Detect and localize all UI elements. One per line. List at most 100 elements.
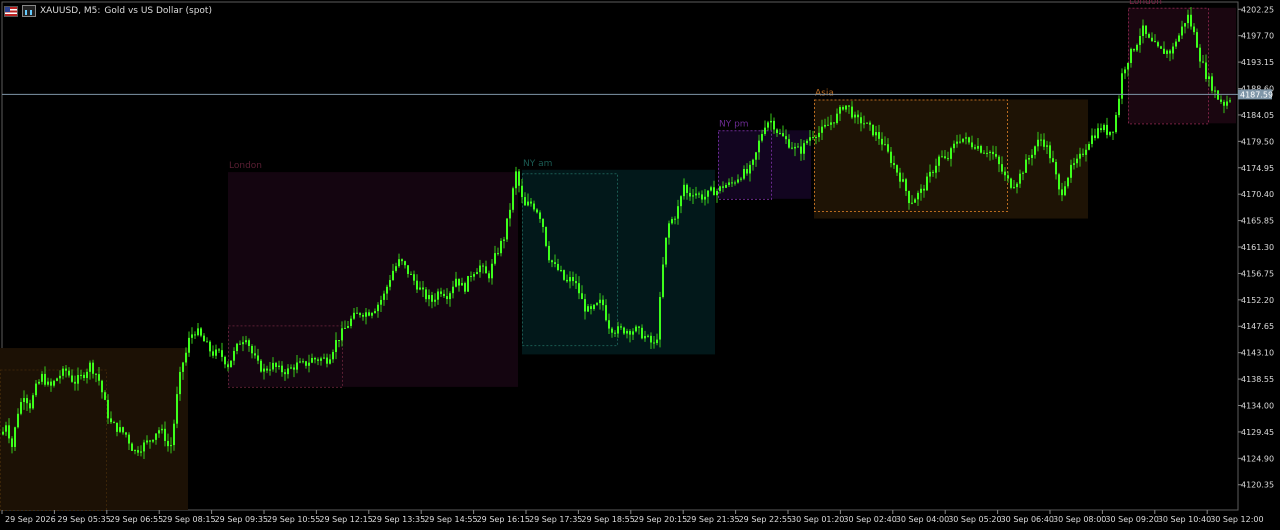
candle-body: [59, 375, 61, 379]
candle-body: [1031, 154, 1033, 158]
candle-body: [854, 114, 856, 118]
candle-body: [740, 178, 742, 180]
candle-body: [248, 340, 250, 346]
candle-body: [947, 158, 949, 160]
candle-body: [1124, 69, 1126, 74]
candle-body: [1169, 50, 1171, 54]
candle-body: [473, 274, 475, 277]
candle-body: [956, 141, 958, 144]
candle-body: [374, 311, 376, 314]
candle-body: [1067, 177, 1069, 187]
flag-icon: [4, 5, 18, 17]
time-tick-label: 29 Sep 21:35: [686, 515, 739, 524]
candle-body: [8, 425, 10, 439]
candle-body: [1190, 14, 1192, 27]
candle-body: [665, 237, 667, 265]
time-tick-label: 30 Sep 06:40: [1001, 515, 1054, 524]
candle-body: [716, 190, 718, 196]
candle-body: [41, 373, 43, 382]
candle-body: [752, 159, 754, 165]
candle-body: [1049, 145, 1051, 159]
candle-body: [842, 107, 844, 110]
candle-body: [1073, 163, 1075, 165]
price-tick-label: 4120.35: [1241, 481, 1274, 490]
candle-body: [896, 165, 898, 173]
candle-body: [425, 289, 427, 300]
candle-body: [482, 265, 484, 267]
candle-body: [1028, 157, 1030, 160]
price-tick-label: 4124.90: [1241, 454, 1274, 463]
candle-body: [20, 402, 22, 414]
candle-body: [584, 299, 586, 312]
candle-body: [179, 371, 181, 395]
price-tick-label: 4138.55: [1241, 375, 1274, 384]
candle-body: [806, 140, 808, 144]
candle-body: [386, 286, 388, 294]
candle-body: [488, 273, 490, 279]
candle-body: [56, 378, 58, 381]
candle-body: [491, 263, 493, 279]
candle-body: [848, 105, 850, 107]
candle-body: [311, 357, 313, 363]
candle-body: [1148, 34, 1150, 38]
candle-body: [563, 270, 565, 280]
candle-body: [821, 126, 823, 133]
candle-body: [677, 206, 679, 219]
candle-body: [785, 136, 787, 140]
candle-body: [422, 287, 424, 290]
candle-body: [296, 362, 298, 370]
candle-body: [518, 171, 520, 186]
candle-body: [410, 273, 412, 275]
candle-body: [236, 343, 238, 352]
candle-body: [266, 368, 268, 371]
candle-body: [233, 351, 235, 361]
candle-body: [1055, 161, 1057, 175]
candle-body: [863, 123, 865, 125]
candle-body: [383, 293, 385, 300]
candle-body: [287, 368, 289, 375]
candle-body: [308, 362, 310, 366]
candle-body: [701, 194, 703, 200]
time-tick-label: 29 Sep 08:15: [162, 515, 215, 524]
candle-body: [713, 187, 715, 196]
candle-body: [497, 253, 499, 255]
candle-body: [1181, 26, 1183, 36]
candle-body: [260, 360, 262, 372]
candle-body: [635, 326, 637, 332]
price-chart[interactable]: London NY am NY pm Asia London 4202.25 4197.70…: [0, 0, 1280, 530]
chart-icon: [22, 5, 36, 17]
candle-body: [989, 151, 991, 153]
candle-body: [1043, 139, 1045, 147]
candle-body: [1211, 76, 1213, 91]
candle-body: [227, 364, 229, 368]
candle-body: [692, 195, 694, 197]
candle-body: [446, 296, 448, 300]
candle-body: [17, 413, 19, 428]
candle-body: [377, 304, 379, 312]
candle-body: [1112, 131, 1114, 133]
candle-body: [74, 381, 76, 384]
candle-body: [1079, 153, 1081, 159]
candle-body: [1025, 159, 1027, 173]
candle-body: [242, 342, 244, 345]
candle-body: [605, 305, 607, 321]
candle-body: [2, 431, 4, 435]
candle-body: [674, 218, 676, 220]
candle-body: [773, 120, 775, 130]
candle-body: [1040, 139, 1042, 141]
candle-body: [350, 318, 352, 326]
candle-body: [44, 373, 46, 385]
session-label: NY am: [523, 159, 552, 169]
candle-body: [305, 361, 307, 366]
price-tick-label: 4165.85: [1241, 217, 1274, 226]
time-tick-label: 30 Sep 08:00: [1053, 515, 1106, 524]
candle-body: [599, 299, 601, 304]
candle-body: [596, 303, 598, 305]
candle-body: [557, 263, 559, 271]
candle-body: [197, 328, 199, 336]
candle-body: [14, 427, 16, 447]
candle-body: [953, 143, 955, 149]
symbol-label: XAUUSD, M5:: [40, 6, 101, 16]
candle-body: [1136, 44, 1138, 51]
chart-window[interactable]: London NY am NY pm Asia London 4202.25 4197.70…: [0, 0, 1280, 530]
